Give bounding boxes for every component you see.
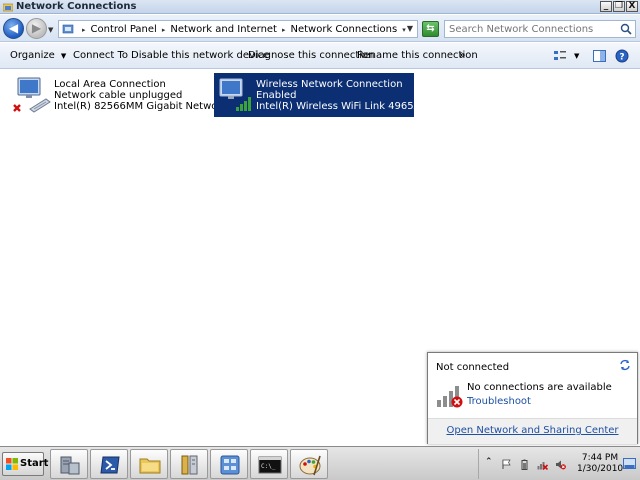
system-clock[interactable]: 7:44 PM 1/30/2010 [577, 453, 623, 475]
control-panel-icon [62, 24, 74, 34]
powershell-icon [100, 456, 120, 474]
start-label: Start [20, 458, 49, 469]
window-controls: _ ❐ X [600, 1, 638, 12]
connection-name: Wireless Network Connection [256, 79, 403, 90]
breadcrumb-chevron-icon[interactable]: ▸ [159, 26, 169, 34]
wireless-network-connection-item[interactable]: Wireless Network Connection Enabled Inte… [214, 73, 428, 117]
taskbar-admin-tools[interactable] [170, 449, 208, 479]
breadcrumb-network-connections[interactable]: Network Connections [289, 24, 400, 35]
breadcrumb-root-chevron-icon[interactable]: ▸ [79, 26, 89, 34]
wireless-network-adapter-icon [219, 78, 251, 111]
search-input[interactable] [449, 22, 609, 36]
forward-button[interactable]: ▶ [26, 18, 47, 39]
start-button[interactable]: Start [2, 452, 48, 476]
network-connections-icon [220, 455, 240, 475]
show-desktop-icon[interactable] [623, 458, 636, 470]
search-box[interactable] [444, 20, 636, 38]
view-dropdown-icon[interactable]: ▼ [574, 43, 579, 69]
breadcrumb: ▸ Control Panel ▸ Network and Internet ▸… [79, 22, 409, 37]
clock-date: 1/30/2010 [577, 464, 624, 474]
svg-text:?: ? [619, 53, 624, 63]
action-center-flag-icon[interactable] [501, 459, 512, 470]
history-dropdown-icon[interactable]: ▼ [48, 26, 53, 34]
taskbar: Start C:\_ ⌃ 7:44 PM 1/30/2010 [0, 446, 640, 480]
system-tray: ⌃ 7:44 PM 1/30/2010 [478, 449, 638, 479]
preview-pane-icon[interactable] [593, 49, 606, 63]
connection-status: Enabled [256, 90, 297, 101]
wired-network-adapter-icon [13, 77, 51, 113]
network-disconnected-tray-icon[interactable] [537, 459, 548, 470]
taskbar-paint[interactable] [290, 449, 328, 479]
diagnose-button[interactable]: Diagnose this connection [248, 43, 374, 69]
title-bar[interactable]: Network Connections _ ❐ X [0, 0, 640, 14]
forward-arrow-icon: ▶ [31, 21, 42, 35]
back-button[interactable]: ◀ [3, 18, 24, 39]
troubleshoot-link[interactable]: Troubleshoot [467, 396, 531, 407]
no-network-signal-icon [437, 386, 463, 408]
restore-button[interactable]: ❐ [613, 1, 625, 12]
network-status-flyout: Not connected No connections are availab… [427, 352, 638, 444]
taskbar-server-manager[interactable] [50, 449, 88, 479]
refresh-icon: ⇆ [426, 23, 435, 34]
organize-button[interactable]: Organize ▼ [10, 43, 66, 69]
taskbar-network-connections[interactable] [210, 449, 248, 479]
clock-time: 7:44 PM [581, 453, 619, 463]
desktop: Network Connections _ ❐ X ◀ ▶ ▼ ▸ Contro… [0, 0, 640, 480]
taskbar-command-prompt[interactable]: C:\_ [250, 449, 288, 479]
chevron-down-icon: ▼ [60, 52, 67, 60]
local-area-connection-item[interactable]: Local Area Connection Network cable unpl… [12, 73, 247, 117]
search-icon[interactable] [620, 23, 632, 35]
command-bar: Organize ▼ Connect To Disable this networ… [0, 43, 640, 69]
refresh-icon[interactable] [619, 359, 631, 371]
svg-text:C:\_: C:\_ [261, 463, 276, 470]
open-network-sharing-center-link[interactable]: Open Network and Sharing Center [428, 425, 637, 436]
flyout-footer: Open Network and Sharing Center [428, 418, 637, 444]
organize-label: Organize [10, 50, 55, 61]
change-view-icon[interactable] [553, 49, 567, 63]
server-manager-icon [60, 456, 80, 475]
minimize-button[interactable]: _ [600, 1, 612, 12]
address-dropdown-icon[interactable]: ▼ [407, 24, 413, 33]
folder-icon [139, 458, 161, 474]
show-hidden-icons-chevron-icon[interactable]: ⌃ [485, 457, 496, 468]
close-button[interactable]: X [626, 1, 638, 12]
volume-muted-icon[interactable] [555, 459, 566, 470]
help-icon[interactable]: ? [615, 49, 629, 63]
connection-device: Intel(R) Wireless WiFi Link 4965AG [256, 101, 429, 112]
breadcrumb-network-and-internet[interactable]: Network and Internet [168, 24, 279, 35]
admin-tools-icon [181, 455, 198, 475]
wireless-connection-details: Wireless Network Connection Enabled Inte… [256, 79, 428, 112]
window-title: Network Connections [16, 1, 137, 12]
refresh-button[interactable]: ⇆ [422, 21, 439, 37]
address-bar-row: ◀ ▶ ▼ ▸ Control Panel ▸ Network and Inte… [0, 15, 640, 42]
taskbar-explorer[interactable] [130, 449, 168, 479]
breadcrumb-chevron-icon[interactable]: ▸ [279, 26, 289, 34]
taskbar-powershell[interactable] [90, 449, 128, 479]
breadcrumb-control-panel[interactable]: Control Panel [89, 24, 159, 35]
windows-logo-icon [6, 458, 18, 470]
battery-icon[interactable] [519, 459, 530, 470]
more-commands-button[interactable]: » [459, 43, 465, 69]
flyout-title: Not connected [436, 362, 510, 373]
connect-to-button[interactable]: Connect To [73, 43, 128, 69]
paint-palette-icon [299, 455, 321, 476]
command-prompt-icon: C:\_ [258, 456, 282, 474]
back-arrow-icon: ◀ [8, 21, 19, 35]
network-folder-icon [3, 3, 13, 12]
address-bar[interactable]: ▸ Control Panel ▸ Network and Internet ▸… [58, 20, 418, 38]
flyout-message: No connections are available [467, 382, 612, 393]
